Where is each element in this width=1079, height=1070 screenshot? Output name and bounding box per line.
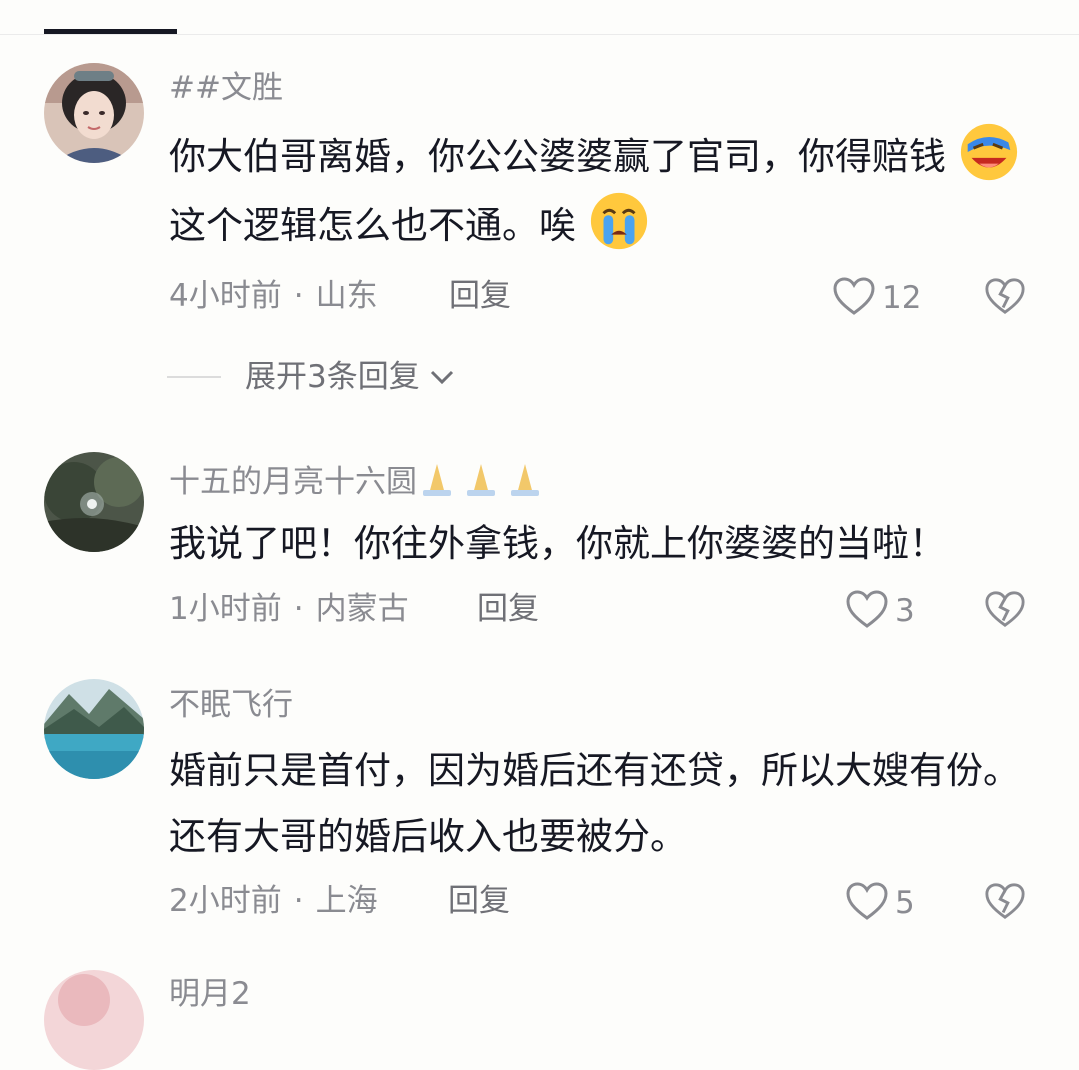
like-group: 5 (845, 881, 915, 925)
comment-meta: 2小时前 · 上海 (169, 881, 378, 921)
heart-icon[interactable] (845, 589, 889, 633)
username-text: 十五的月亮十六圆 (169, 464, 417, 500)
expand-replies-button[interactable]: 展开3条回复 (167, 357, 456, 397)
broken-heart-icon[interactable] (984, 881, 1026, 921)
avatar[interactable] (44, 452, 144, 552)
heart-icon[interactable] (845, 881, 889, 925)
expand-replies-label: 展开3条回复 (245, 359, 420, 395)
comment-location: 上海 (315, 883, 378, 919)
username[interactable]: 十五的月亮十六圆 (169, 458, 549, 508)
avatar[interactable] (44, 679, 144, 779)
comment-text: 我说了吧！你往外拿钱，你就上你婆婆的当啦！ (169, 522, 946, 565)
comment-text-part: 你大伯哥离婚，你公公婆婆赢了官司，你得赔钱 (169, 135, 946, 178)
comment-location: 内蒙古 (315, 591, 409, 627)
username[interactable]: ##文胜 (169, 68, 283, 108)
like-count: 3 (895, 593, 915, 629)
separator-dot: · (293, 883, 304, 919)
broken-heart-icon[interactable] (984, 276, 1026, 316)
top-divider (0, 34, 1079, 35)
separator-dot: · (293, 591, 304, 627)
facepalm-laugh-emoji-icon (958, 121, 1020, 183)
expand-line (167, 376, 221, 378)
comment-text: 婚前只是首付，因为婚后还有还贷，所以大嫂有份。还有大哥的婚后收入也要被分。 (169, 749, 1020, 858)
username[interactable]: 不眠飞行 (169, 685, 293, 725)
username[interactable]: 明月2 (169, 974, 251, 1014)
comment-meta: 4小时前 · 山东 (169, 276, 378, 316)
crying-face-emoji-icon (588, 190, 650, 252)
reply-button[interactable]: 回复 (448, 881, 510, 921)
comment-text: 你大伯哥离婚，你公公婆婆赢了官司，你得赔钱 这个逻辑怎么也不通。唉 (169, 121, 1039, 259)
avatar[interactable] (44, 970, 144, 1070)
reply-button[interactable]: 回复 (449, 276, 511, 316)
reply-button[interactable]: 回复 (477, 589, 539, 629)
like-group: 3 (845, 589, 915, 633)
folded-hands-emoji-icon (417, 458, 549, 508)
avatar[interactable] (44, 63, 144, 163)
broken-heart-icon[interactable] (984, 589, 1026, 629)
comment-time: 2小时前 (169, 883, 282, 919)
separator-dot: · (293, 278, 304, 314)
like-group: 12 (832, 276, 921, 320)
comment-time: 4小时前 (169, 278, 282, 314)
comment-text-part: 这个逻辑怎么也不通。唉 (169, 204, 576, 247)
heart-icon[interactable] (832, 276, 876, 320)
like-count: 5 (895, 885, 915, 921)
chevron-down-icon (430, 370, 453, 385)
comment-location: 山东 (315, 278, 378, 314)
like-count: 12 (882, 280, 922, 316)
comment-time: 1小时前 (169, 591, 282, 627)
comment-meta: 1小时前 · 内蒙古 (169, 589, 409, 629)
